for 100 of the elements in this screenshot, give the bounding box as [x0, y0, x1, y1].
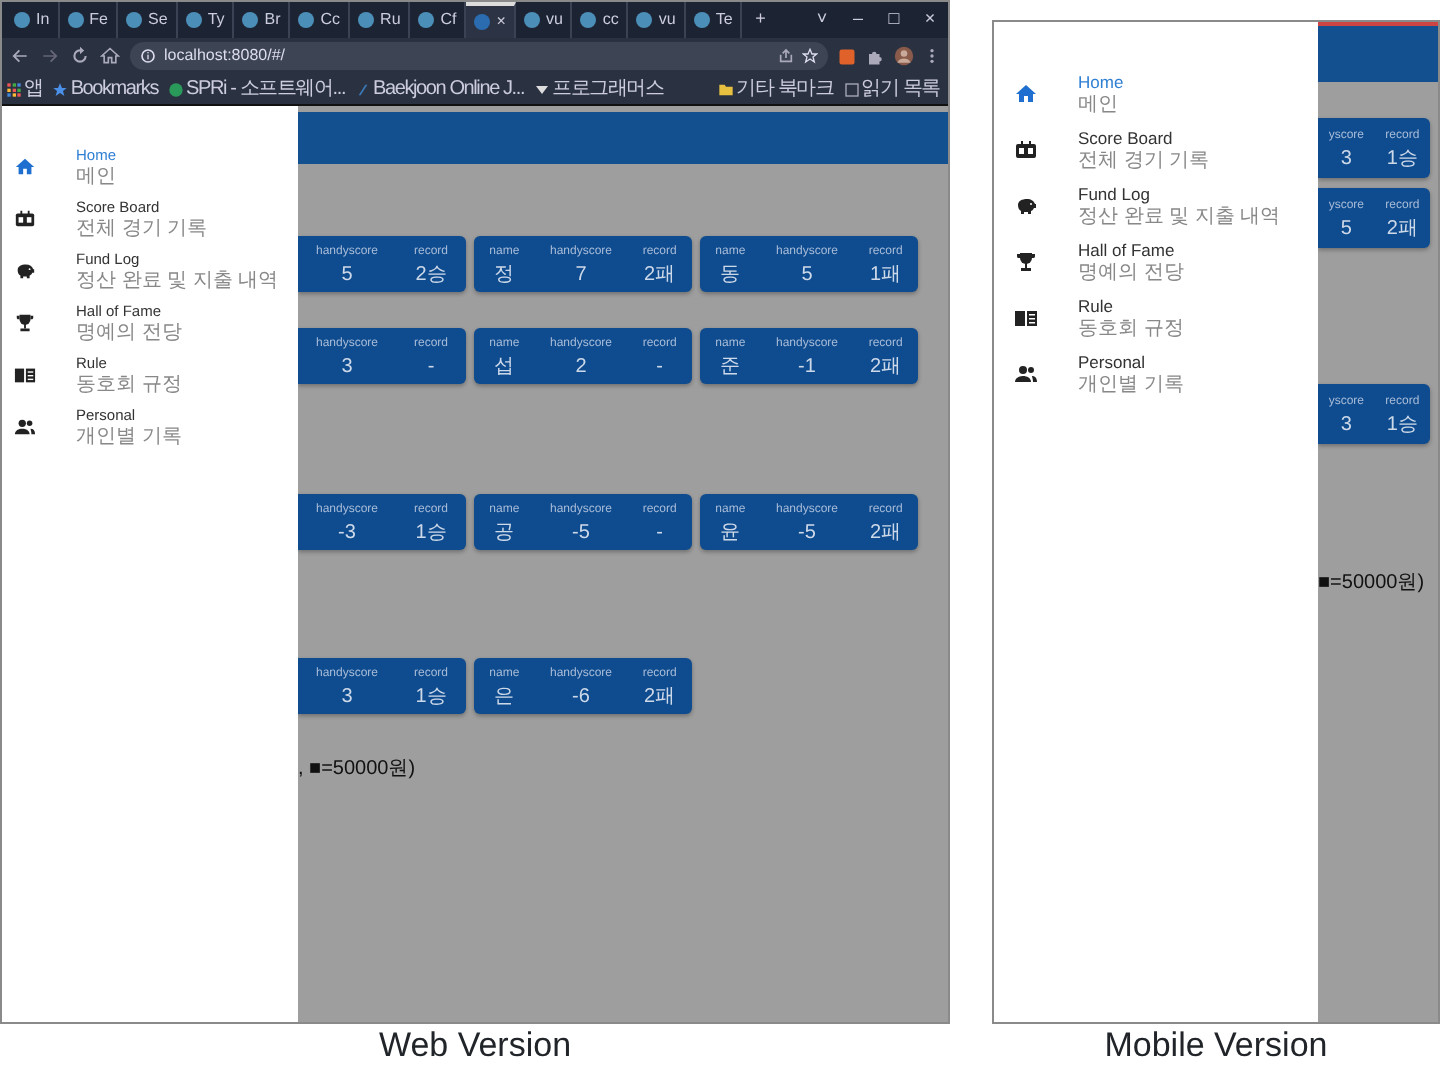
card-value: 2패: [870, 522, 902, 546]
trophy-icon: [14, 311, 36, 333]
favicon-icon: [67, 12, 84, 28]
card-value: 윤: [720, 522, 741, 546]
card-value: 섭: [494, 356, 515, 380]
card-value: 1승: [415, 522, 447, 546]
drawer-item[interactable]: Rule 동호회 규정: [994, 290, 1318, 346]
bookmark-link[interactable]: Baekjoon Online J...: [355, 74, 525, 104]
app-header-bar: [1318, 22, 1438, 82]
card-value: -3: [338, 522, 356, 546]
drawer-item[interactable]: Personal 개인별 기록: [994, 346, 1318, 402]
card-value: 1패: [870, 264, 902, 288]
card-value: -1: [798, 356, 816, 380]
address-bar[interactable]: localhost:8080/#/: [130, 42, 828, 70]
home-icon[interactable]: [100, 46, 120, 66]
window-control[interactable]: –: [840, 6, 876, 34]
menu-title: Hall of Fame: [1078, 240, 1177, 262]
menu-title: Score Board: [1078, 128, 1175, 150]
menu-subtitle: 전체 경기 기록: [1078, 150, 1210, 172]
favicon-icon: [298, 12, 315, 28]
menu-subtitle: 전체 경기 기록: [76, 218, 208, 240]
chevron-logo-icon: [534, 81, 551, 97]
info-icon: [140, 48, 156, 64]
card-value: -5: [572, 522, 590, 546]
drawer-item[interactable]: Score Board 전체 경기 기록: [994, 122, 1318, 178]
favicon-icon: [474, 14, 491, 30]
footnote-text: ■=50000원): [1318, 570, 1427, 598]
menu-title: Fund Log: [1078, 184, 1152, 206]
menu-subtitle: 개인별 기록: [76, 426, 182, 448]
menu-icon[interactable]: [924, 46, 940, 66]
scoreboard-icon: [14, 207, 36, 229]
figure-caption: Web Version: [376, 1024, 574, 1066]
reload-icon[interactable]: [70, 46, 90, 66]
card-value: 1승: [415, 686, 447, 710]
scoreboard-icon: [1014, 138, 1038, 162]
window-control[interactable]: ×: [912, 6, 948, 34]
card-value: 은: [494, 686, 515, 710]
card-value: -5: [798, 522, 816, 546]
trophy-icon: [1014, 250, 1038, 274]
browser-tab[interactable]: ×: [466, 2, 516, 38]
drawer-item[interactable]: Hall of Fame 명예의 전당: [994, 234, 1318, 290]
menu-subtitle: 명예의 전당: [1078, 262, 1184, 284]
card-value: 2: [575, 356, 587, 380]
bookmark-link[interactable]: Bookmarks: [52, 74, 159, 104]
drawer-item[interactable]: Home 메인: [994, 66, 1318, 122]
card-value: 1승: [1386, 414, 1418, 438]
menu-subtitle: 정산 완료 및 지출 내역: [1078, 206, 1281, 228]
reading-list-button[interactable]: 읽기 목록: [843, 74, 940, 104]
bookmark-link[interactable]: SPRi - 소프트웨어...: [168, 74, 346, 104]
menu-subtitle: 명예의 전당: [76, 322, 182, 344]
folder-icon: [718, 81, 735, 97]
card-value: 1승: [1386, 148, 1418, 172]
drawer-item[interactable]: Fund Log 정산 완료 및 지출 내역: [994, 178, 1318, 234]
menu-subtitle: 개인별 기록: [1078, 374, 1184, 396]
piggy-bank-icon: [14, 259, 36, 281]
extension-icon[interactable]: [838, 47, 856, 65]
card-value: -: [656, 522, 663, 546]
bookmark-folder[interactable]: 기타 북마크: [718, 74, 834, 104]
card-value: -6: [572, 686, 590, 710]
card-value: 7: [575, 264, 587, 288]
slash-logo-icon: [355, 81, 372, 97]
share-icon[interactable]: [778, 48, 794, 64]
bookmark-link[interactable]: 앱: [6, 74, 43, 104]
puzzle-icon[interactable]: [866, 47, 884, 65]
card-value: 3: [341, 356, 353, 380]
apps-icon: [6, 81, 22, 97]
favicon-icon: [523, 12, 540, 28]
star-icon: [52, 81, 69, 97]
card-value: 공: [494, 522, 515, 546]
menu-subtitle: 동호회 규정: [76, 374, 182, 396]
favicon-icon: [418, 12, 435, 28]
favicon-icon: [126, 12, 143, 28]
figure-caption: Mobile Version: [1102, 1024, 1330, 1066]
home-icon: [1014, 82, 1038, 106]
piggy-bank-icon: [1014, 194, 1038, 218]
avatar-icon[interactable]: [894, 46, 914, 66]
card-value: 정: [494, 264, 515, 288]
favicon-icon: [636, 12, 653, 28]
card-value: 준: [720, 356, 741, 380]
card-value: 2승: [415, 264, 447, 288]
card-value: 5: [1340, 218, 1352, 242]
favicon-icon: [693, 12, 710, 28]
bookmark-link[interactable]: 프로그래머스: [534, 74, 664, 104]
card-value: 3: [1340, 414, 1352, 438]
card-value: 3: [341, 686, 353, 710]
card-value: 5: [801, 264, 813, 288]
new-tab-button[interactable]: +: [742, 6, 779, 34]
back-icon[interactable]: [10, 46, 30, 66]
window-control[interactable]: □: [876, 6, 912, 34]
card-value: 2패: [644, 686, 676, 710]
menu-subtitle: 정산 완료 및 지출 내역: [76, 270, 279, 292]
menu-subtitle: 메인: [1078, 94, 1120, 116]
star-icon[interactable]: [802, 48, 818, 64]
favicon-icon: [242, 12, 259, 28]
favicon-icon: [580, 12, 597, 28]
menu-subtitle: 동호회 규정: [1078, 318, 1184, 340]
people-icon: [1014, 362, 1038, 386]
menu-subtitle: 메인: [76, 166, 117, 188]
window-control[interactable]: ˅: [804, 6, 840, 34]
book-icon: [1014, 306, 1038, 330]
